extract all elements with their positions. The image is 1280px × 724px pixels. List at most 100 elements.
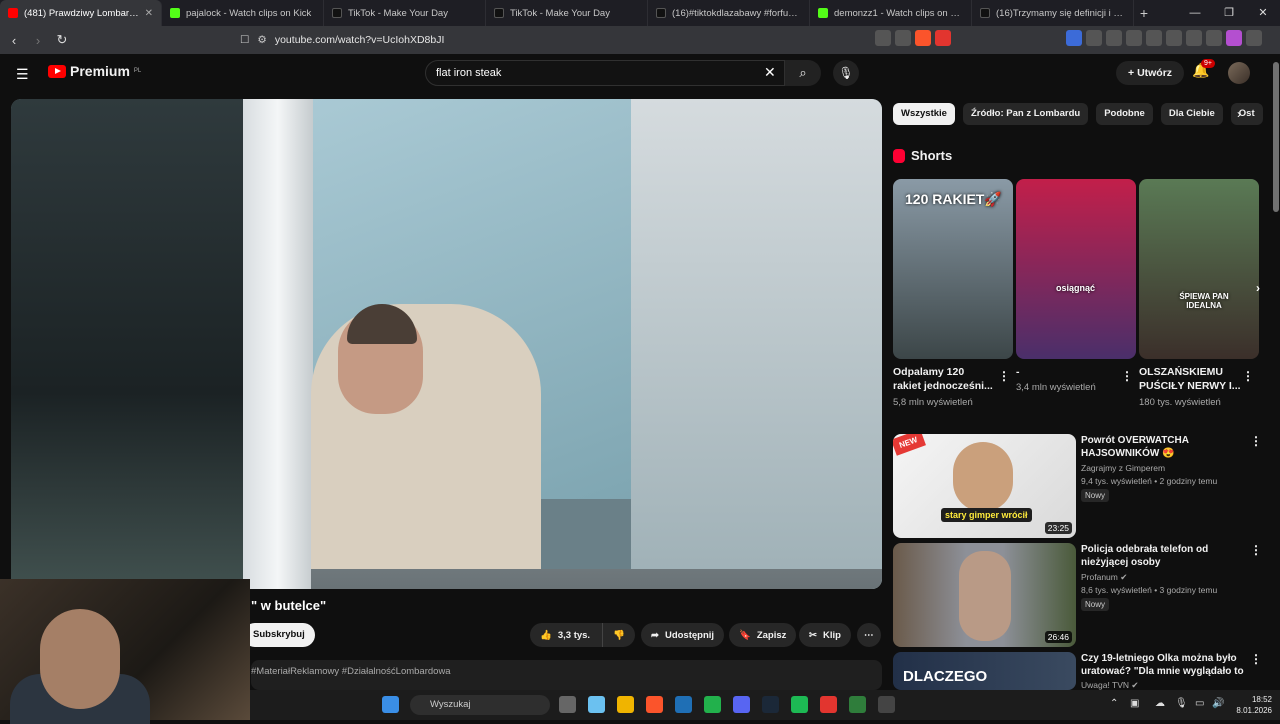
browser-tab[interactable]: pajalock - Watch clips on Kick [162,0,324,26]
network-icon[interactable]: ☁ [1155,698,1165,709]
share-icon[interactable] [895,30,911,46]
chip-recent[interactable]: Ost [1230,103,1263,125]
spotify-icon[interactable] [791,696,808,713]
short-thumbnail[interactable]: ŚPIEWA PAN IDEALNA [1139,179,1259,359]
video-title-link[interactable]: Powrót OVERWATCHA HAJSOWNIKÓW 😍 [1081,434,1246,460]
subscribe-button[interactable]: Subskrybuj [243,623,315,647]
more-vert-icon[interactable]: ⋮ [1121,369,1133,383]
chevron-right-icon[interactable]: › [1237,107,1241,121]
more-vert-icon[interactable]: ⋮ [1250,434,1262,448]
site-info-icon[interactable]: ⚙ [257,34,266,46]
close-window-icon[interactable]: ✕ [1246,0,1280,26]
youtube-logo[interactable]: Premium PL [48,63,141,79]
chip-for-you[interactable]: Dla Ciebie [1160,103,1223,125]
profile-icon[interactable] [1226,30,1242,46]
tray-app-icon[interactable]: ▣ [1130,698,1139,709]
search-input[interactable]: flat iron steak [425,60,785,86]
windows-start-icon[interactable] [382,696,399,713]
steam-icon[interactable] [762,696,779,713]
create-button[interactable]: + Utwórz [1116,61,1185,85]
music-icon[interactable] [1126,30,1142,46]
short-title[interactable]: OLSZAŃSKIEMU PUŚCIŁY NERWY I... [1139,365,1241,393]
short-title[interactable]: - [1016,365,1020,379]
browser-tab[interactable]: TikTok - Make Your Day [486,0,648,26]
more-vert-icon[interactable]: ⋮ [1242,369,1254,383]
close-icon[interactable]: ✕ [145,8,153,19]
like-button[interactable]: 👍 3,3 tys. [530,623,603,647]
xbox-icon[interactable] [704,696,721,713]
video-player[interactable] [11,99,882,589]
clip-button[interactable]: ✂ Klip [799,623,851,647]
more-vert-icon[interactable]: ⋮ [1250,543,1262,557]
url-field[interactable]: ☐ ⚙ youtube.com/watch?v=UcIohXD8bJI [240,30,860,50]
discord-icon[interactable] [733,696,750,713]
chip-all[interactable]: Wszystkie [893,103,955,125]
restore-icon[interactable]: ❐ [1212,0,1246,26]
video-thumbnail[interactable]: 26:46 [893,543,1076,647]
sidebar-icon[interactable] [1146,30,1162,46]
scrollbar[interactable] [1272,54,1280,690]
more-vert-icon[interactable]: ⋮ [1250,652,1262,666]
obs-icon[interactable] [878,696,895,713]
avatar[interactable] [1228,62,1250,84]
bookmark-icon[interactable]: ☐ [240,34,249,46]
forward-icon[interactable]: › [28,33,48,48]
scrollbar-thumb[interactable] [1273,62,1279,212]
menu-icon[interactable] [1246,30,1262,46]
video-thumbnail[interactable]: DLACZEGO [893,652,1076,690]
reload-icon[interactable]: ↻ [52,32,72,48]
store-icon[interactable] [675,696,692,713]
monitor-icon[interactable]: ▭ [1195,698,1204,709]
volume-icon[interactable]: 🔊 [1212,698,1224,709]
browser-tab[interactable]: TikTok - Make Your Day [324,0,486,26]
video-title-link[interactable]: Policja odebrała telefon od nieżyjącej o… [1081,543,1246,569]
browser-tab[interactable]: (481) Prawdziwy Lombard - C ✕ [0,0,162,26]
screen-icon[interactable] [875,30,891,46]
brave-shield-icon[interactable] [915,30,931,46]
leo-icon[interactable] [1186,30,1202,46]
chip-related[interactable]: Podobne [1096,103,1153,125]
task-view-icon[interactable] [559,696,576,713]
clear-search-icon[interactable]: ✕ [764,64,776,81]
chevron-up-icon[interactable]: ⌃ [1110,698,1118,709]
channel-name[interactable]: Zagrajmy z Gimperem [1081,463,1165,473]
more-actions-button[interactable]: ⋯ [857,623,881,647]
voice-search-button[interactable]: 🎙 [833,60,859,86]
minimize-icon[interactable]: — [1178,0,1212,26]
back-icon[interactable]: ‹ [4,33,24,48]
vpn-icon[interactable] [1206,30,1222,46]
browser-tab[interactable]: (16)Trzymamy się definicji i obchodz [972,0,1134,26]
video-title-link[interactable]: Czy 19-letniego Olka można było uratować… [1081,652,1246,678]
chip-source[interactable]: Źródło: Pan z Lombardu [962,103,1089,125]
taskbar-search[interactable]: Wyszukaj [410,695,550,715]
share-button[interactable]: ➦ Udostępnij [641,623,725,647]
kick-icon [170,8,180,18]
brave-window-icon[interactable] [820,696,837,713]
new-tab-button[interactable]: + [1134,5,1154,21]
browser-tab[interactable]: (16)#tiktokdlazabawy #forfunonly💜 [648,0,810,26]
video-thumbnail[interactable]: NEW stary gimper wrócił 23:25 [893,434,1076,538]
browser-tab[interactable]: demonzz1 - Watch clips on Kick [810,0,972,26]
brave-rewards-icon[interactable] [935,30,951,46]
short-title[interactable]: Odpalamy 120 rakiet jednocześni... [893,365,993,393]
save-button[interactable]: 🔖 Zapisz [729,623,797,647]
clock[interactable]: 18:52 8.01.2026 [1236,694,1272,716]
tab-icon[interactable] [1106,30,1122,46]
app-icon[interactable] [849,696,866,713]
short-thumbnail[interactable]: osiągnąć [1016,179,1136,359]
wallet-icon[interactable] [1166,30,1182,46]
microphone-tray-icon[interactable]: 🎙 [1175,698,1188,709]
copilot-icon[interactable] [588,696,605,713]
puzzle-icon[interactable] [1086,30,1102,46]
search-button[interactable]: ⌕ [785,60,821,86]
file-explorer-icon[interactable] [617,696,634,713]
more-vert-icon[interactable]: ⋮ [998,369,1010,383]
hamburger-menu-icon[interactable]: ☰ [16,66,32,83]
extension-icon[interactable] [1066,30,1082,46]
brave-icon[interactable] [646,696,663,713]
channel-row[interactable]: Profanum ✔ [1081,572,1127,583]
short-thumbnail[interactable]: 120 RAKIET🚀 [893,179,1013,359]
description-box[interactable]: #MateriałReklamowy #DziałalnośćLombardow… [251,660,882,690]
chevron-right-icon[interactable]: › [1256,281,1260,295]
dislike-button[interactable]: 👎 [602,623,635,647]
